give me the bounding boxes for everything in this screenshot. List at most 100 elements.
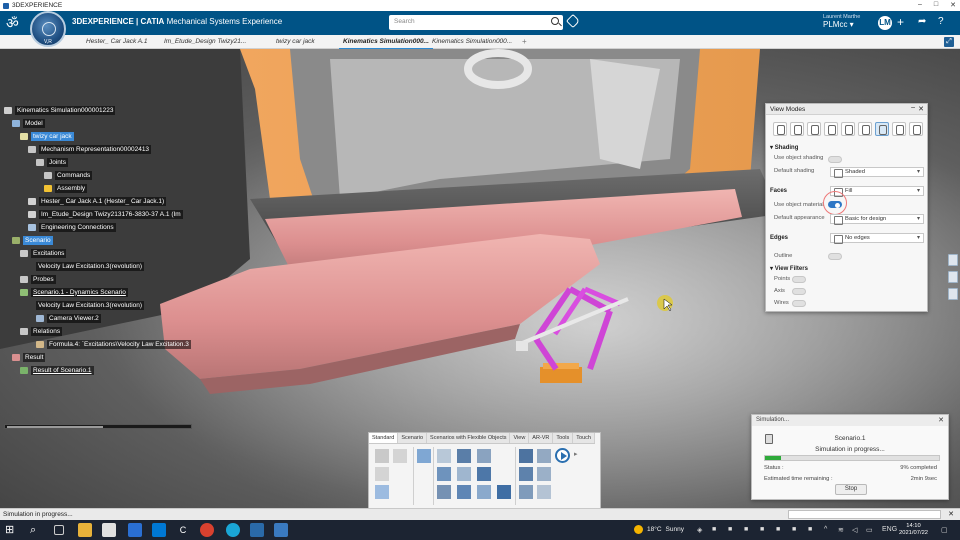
undo-icon[interactable] — [375, 485, 389, 499]
shading-mode-icon[interactable] — [773, 122, 787, 136]
tree-node[interactable]: Result — [12, 352, 46, 362]
ds-logo-icon[interactable]: ॐ — [6, 14, 19, 33]
chrome-icon[interactable] — [200, 523, 214, 537]
battery-icon[interactable]: ▭ — [866, 526, 873, 534]
tab-standard[interactable]: Standard — [369, 433, 399, 443]
clock[interactable]: 14:10 2021/07/22 — [899, 523, 928, 537]
play-simulation-button[interactable] — [555, 448, 570, 463]
tree-node[interactable]: Probes — [20, 274, 56, 284]
app-tray-icon[interactable]: ■ — [792, 526, 796, 533]
excitation-icon[interactable] — [519, 449, 533, 463]
engineering-connection-icon[interactable] — [437, 467, 451, 481]
view-filters-section[interactable]: ▾ View Filters — [770, 265, 808, 272]
language-indicator[interactable]: ENG — [882, 526, 897, 533]
avatar[interactable]: LM — [878, 16, 892, 30]
tab-etude-design[interactable]: Im_Etude_Design Twizy21... — [160, 36, 250, 48]
close-icon[interactable]: ✕ — [950, 1, 956, 9]
tree-node[interactable]: Engineering Connections — [28, 222, 116, 232]
stop-button[interactable]: Stop — [835, 484, 867, 495]
shading-mode-icon[interactable] — [824, 122, 838, 136]
app-tray-icon[interactable]: ■ — [712, 526, 716, 533]
search-icon[interactable] — [551, 17, 559, 25]
close-icon[interactable]: ✕ — [948, 510, 954, 518]
tree-node[interactable]: Excitations — [20, 248, 67, 258]
wires-toggle[interactable] — [792, 300, 806, 307]
clash-icon[interactable] — [537, 485, 551, 499]
weather-widget[interactable]: 18°C Sunny — [634, 525, 684, 534]
tree-node[interactable]: Result of Scenario.1 — [20, 365, 94, 375]
share-icon[interactable]: ➦ — [918, 15, 926, 29]
tree-node[interactable]: Scenario.1 - Dynamics Scenario — [20, 287, 128, 297]
tree-node[interactable]: Joints — [36, 157, 68, 167]
3d-viewport[interactable]: Kinematics Simulation000001223 Model twi… — [0, 49, 960, 508]
add-icon[interactable]: + — [897, 15, 904, 29]
tab-kinematics-simulation[interactable]: Kinematics Simulation000... — [428, 36, 516, 48]
help-icon[interactable]: ? — [938, 15, 944, 29]
tree-node[interactable]: Kinematics Simulation000001223 — [4, 105, 116, 115]
law-icon[interactable] — [437, 485, 451, 499]
tree-node[interactable]: Hester_ Car Jack A.1 (Hester_ Car Jack.1… — [28, 196, 167, 206]
close-icon[interactable]: ✕ — [918, 105, 924, 113]
shading-mode-icon[interactable] — [892, 122, 906, 136]
default-shading-select[interactable]: Shaded — [830, 167, 924, 178]
minimize-icon[interactable]: – — [911, 104, 915, 111]
update-icon[interactable] — [417, 449, 431, 463]
shading-mode-icon[interactable] — [909, 122, 923, 136]
tree-node[interactable]: Commands — [44, 170, 93, 180]
shading-mode-icon[interactable] — [841, 122, 855, 136]
tab-twizy-car-jack[interactable]: twizy car jack — [272, 36, 319, 48]
status-input[interactable] — [788, 510, 941, 519]
paste-icon[interactable] — [375, 467, 389, 481]
notifications-icon[interactable]: ▢ — [941, 526, 948, 534]
tree-node[interactable]: Model — [12, 118, 45, 128]
results-tool-icon[interactable] — [537, 467, 551, 481]
tree-node[interactable]: twizy car jack — [20, 131, 74, 141]
tree-node[interactable]: Assembly — [44, 183, 88, 193]
search-input[interactable]: Search — [389, 15, 563, 30]
shading-mode-icon[interactable] — [790, 122, 804, 136]
shading-mode-icon[interactable] — [807, 122, 821, 136]
tab-ar-vr[interactable]: AR-VR — [529, 433, 554, 443]
side-panel-handle[interactable] — [948, 254, 958, 266]
tab-view[interactable]: View — [510, 433, 530, 443]
chevron-up-icon[interactable]: ^ — [824, 526, 827, 533]
store-icon[interactable] — [102, 523, 116, 537]
teams-icon[interactable] — [152, 523, 166, 537]
maximize-icon[interactable]: □ — [934, 1, 938, 9]
3dexperience-icon[interactable] — [250, 523, 264, 537]
contact-icon[interactable] — [477, 467, 491, 481]
edge-icon[interactable] — [226, 523, 240, 537]
cortana-icon[interactable]: C — [176, 523, 190, 537]
app-tray-icon[interactable]: ■ — [808, 526, 812, 533]
outline-toggle[interactable] — [828, 253, 842, 260]
edges-select[interactable]: No edges — [830, 233, 924, 244]
tab-tools[interactable]: Tools — [553, 433, 574, 443]
wifi-icon[interactable]: ≋ — [838, 526, 844, 534]
copy-icon[interactable] — [393, 449, 407, 463]
tree-node[interactable]: Velocity Law Excitation.3(revolution) — [36, 300, 145, 310]
tree-node[interactable]: Relations — [20, 326, 63, 336]
command-tool-icon[interactable] — [477, 449, 491, 463]
axis-toggle[interactable] — [792, 288, 806, 295]
3dexperience-icon[interactable] — [274, 523, 288, 537]
shading-section[interactable]: ▾ Shading — [770, 144, 798, 151]
default-appearance-select[interactable]: Basic for design — [830, 214, 924, 225]
compass-play-icon[interactable] — [42, 22, 56, 36]
tree-node[interactable]: Im_Etude_Design Twizy213176-3830-37 A.1 … — [28, 209, 183, 219]
tree-node[interactable]: Camera Viewer.2 — [36, 313, 101, 323]
tab-kinematics-simulation-active[interactable]: Kinematics Simulation000... — [339, 36, 433, 50]
scrollbar-thumb[interactable] — [7, 426, 103, 428]
app-tray-icon[interactable]: ■ — [776, 526, 780, 533]
volume-icon[interactable]: ◁ — [852, 526, 857, 534]
compass[interactable]: V,R — [30, 11, 66, 47]
tree-node[interactable]: Mechanism Representation00002413 — [28, 144, 152, 154]
windows-start-icon[interactable]: ⊞ — [5, 523, 19, 537]
tab-scenarios-flexible[interactable]: Scenarios with Flexible Objects — [427, 433, 511, 443]
scenario-tool-icon[interactable] — [537, 449, 551, 463]
force-icon[interactable] — [497, 485, 511, 499]
use-object-shading-toggle[interactable] — [828, 156, 842, 163]
app-tray-icon[interactable]: ■ — [760, 526, 764, 533]
group-icon[interactable] — [519, 485, 533, 499]
tree-node[interactable]: Formula.4: `Excitations\Velocity Law Exc… — [36, 339, 191, 349]
close-icon[interactable]: ✕ — [938, 416, 944, 424]
